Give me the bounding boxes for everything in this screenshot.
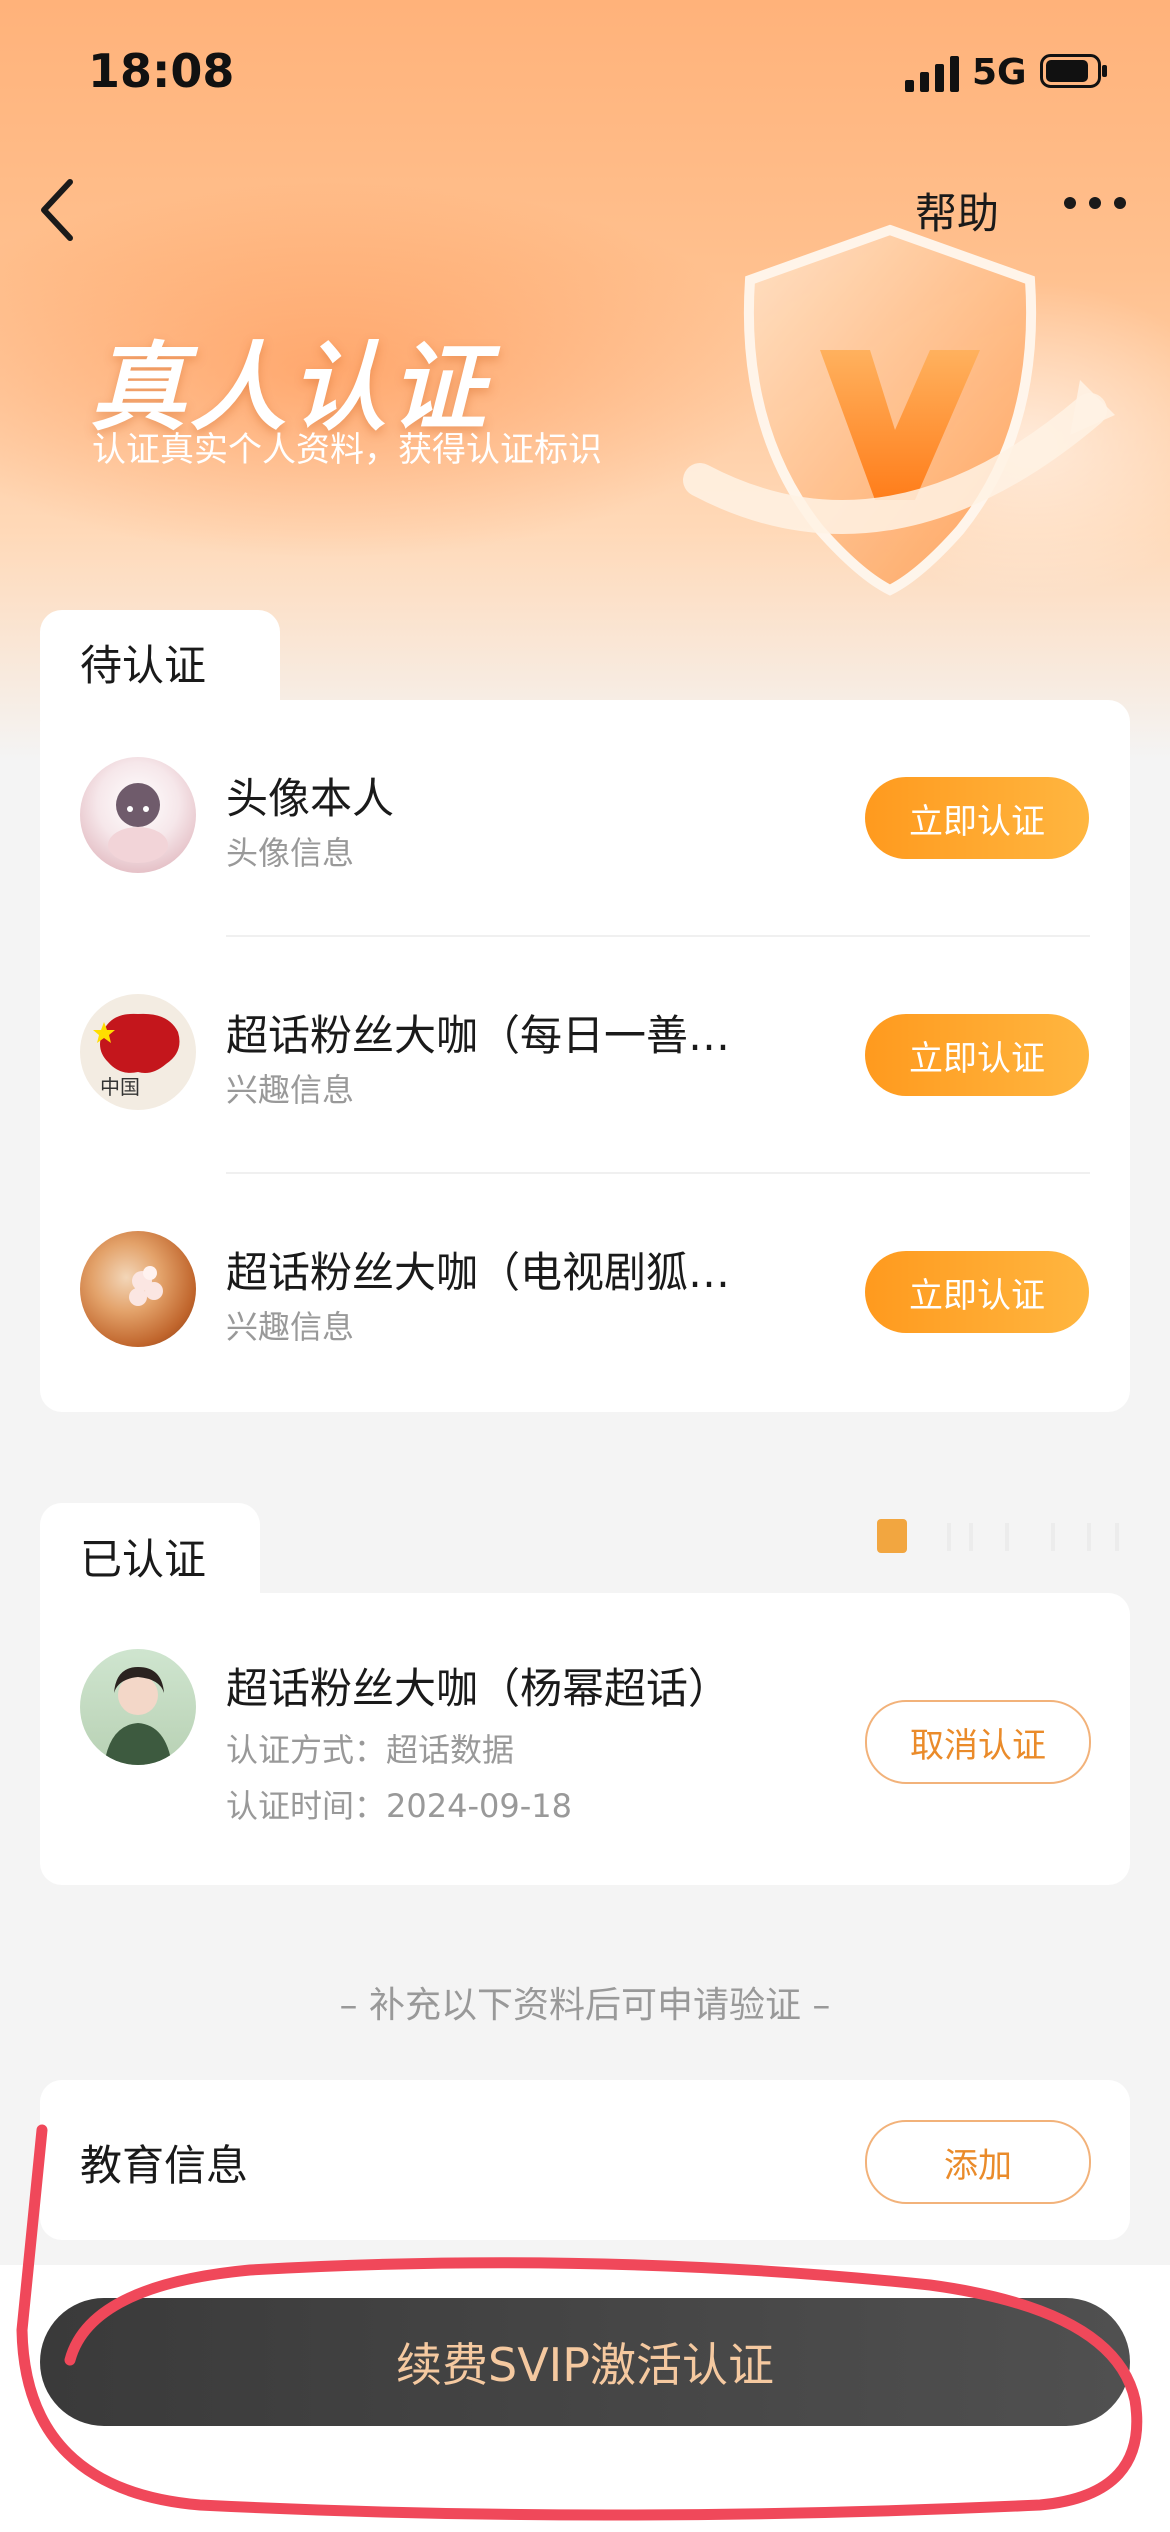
signal-icon	[905, 56, 959, 92]
status-time: 18:08	[88, 44, 235, 98]
battery-icon	[1040, 54, 1107, 88]
verify-now-button[interactable]: 立即认证	[865, 1014, 1089, 1096]
avatar-anime-icon	[108, 783, 168, 863]
verified-card: 超话粉丝大咖（杨幂超话） 认证方式：超话数据 认证时间：2024-09-18 取…	[40, 1593, 1130, 1885]
verified-item-title: 超话粉丝大咖（杨幂超话）	[226, 1664, 731, 1713]
add-button[interactable]: 添加	[865, 2120, 1091, 2204]
verify-time-label: 认证时间：	[226, 1787, 387, 1825]
item-title: 超话粉丝大咖（电视剧狐…	[226, 1248, 731, 1297]
portrait-icon	[104, 1667, 172, 1765]
china-map-icon: 中国	[93, 1013, 180, 1099]
verify-method-value: 超话数据	[386, 1731, 515, 1769]
education-label: 教育信息	[80, 2141, 249, 2190]
supplement-hint: – 补充以下资料后可申请验证 –	[339, 1985, 831, 2026]
flower-icon	[129, 1266, 163, 1306]
list-item[interactable]: 超话粉丝大咖（电视剧狐… 兴趣信息 立即认证	[40, 1174, 1130, 1410]
verify-method: 认证方式：超话数据	[226, 1725, 514, 1771]
page-indicator	[877, 1519, 1119, 1553]
page-subtitle: 认证真实个人资料，获得认证标识	[92, 430, 602, 470]
shield-illustration	[683, 224, 1115, 596]
list-item[interactable]: 中国 超话粉丝大咖（每日一善… 兴趣信息 立即认证	[40, 937, 1130, 1173]
verify-method-label: 认证方式：	[226, 1731, 387, 1769]
svg-text:中国: 中国	[100, 1075, 140, 1099]
education-card[interactable]: 教育信息 添加	[40, 2080, 1130, 2240]
avatar	[80, 757, 196, 873]
item-title: 头像本人	[226, 774, 395, 823]
verified-tab-label: 已认证	[80, 1535, 207, 1584]
item-title: 超话粉丝大咖（每日一善…	[226, 1011, 731, 1060]
verify-now-button[interactable]: 立即认证	[865, 1251, 1089, 1333]
network-type: 5G	[972, 52, 1027, 93]
avatar	[80, 1649, 196, 1765]
verify-time-value: 2024-09-18	[386, 1787, 572, 1825]
item-subtitle: 头像信息	[226, 834, 355, 872]
renew-svip-button[interactable]: 续费SVIP激活认证	[40, 2298, 1130, 2426]
back-icon[interactable]	[30, 170, 90, 250]
status-bar: 18:08 5G	[0, 0, 1170, 150]
cancel-verify-button[interactable]: 取消认证	[865, 1700, 1091, 1784]
pending-tab-label: 待认证	[80, 641, 207, 690]
item-subtitle: 兴趣信息	[226, 1071, 355, 1109]
verify-time: 认证时间：2024-09-18	[226, 1781, 572, 1827]
item-subtitle: 兴趣信息	[226, 1308, 355, 1346]
avatar	[80, 1231, 196, 1347]
avatar: 中国	[80, 994, 196, 1110]
verify-now-button[interactable]: 立即认证	[865, 777, 1089, 859]
pending-card: 头像本人 头像信息 立即认证 中国 超话粉丝大咖（每日一善… 兴趣信息 立即认证	[40, 700, 1130, 1412]
list-item[interactable]: 头像本人 头像信息 立即认证	[40, 700, 1130, 936]
